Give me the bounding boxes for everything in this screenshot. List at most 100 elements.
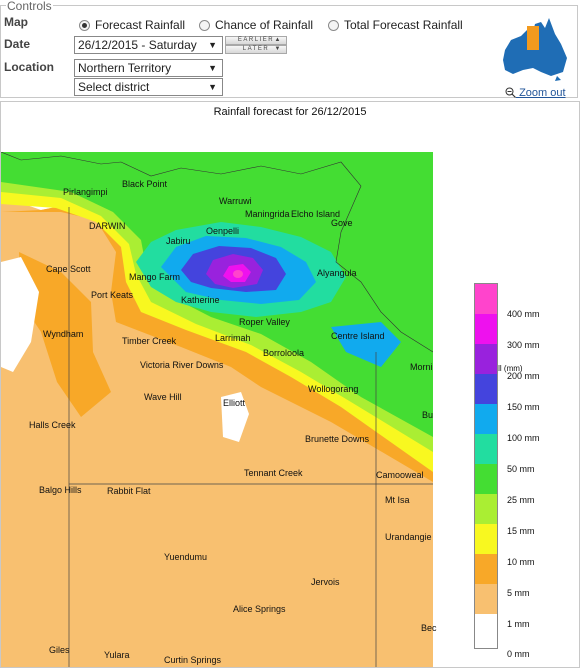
place-label: Roper Valley	[239, 317, 290, 327]
selected-territory-highlight	[527, 26, 539, 50]
radio-label: Total Forecast Rainfall	[344, 18, 463, 32]
legend-label: 10 mm	[507, 557, 535, 567]
earlier-button[interactable]: EARLIER ▲	[225, 36, 287, 45]
controls-legend: Controls	[6, 0, 53, 13]
radio-total-forecast-rainfall[interactable]: Total Forecast Rainfall	[328, 18, 463, 32]
place-label: Cape Scott	[46, 264, 91, 274]
place-label: Giles	[49, 645, 70, 655]
place-label: Yulara	[104, 650, 130, 660]
place-label: Jabiru	[166, 236, 191, 246]
australia-locator-map[interactable]	[497, 14, 571, 82]
magnifier-icon	[505, 87, 516, 98]
place-label: Wyndham	[43, 329, 84, 339]
later-button[interactable]: LATER ▼	[225, 45, 287, 54]
radio-label: Chance of Rainfall	[215, 18, 314, 32]
legend-label: 150 mm	[507, 402, 540, 412]
radio-dot-selected[interactable]	[79, 19, 90, 31]
place-label: Halls Creek	[29, 420, 76, 430]
zoom-out-label: Zoom out	[519, 87, 566, 99]
district-select[interactable]: Select district ▼	[74, 78, 223, 96]
place-label: Black Point	[122, 179, 168, 189]
place-label: Bu	[422, 410, 434, 420]
radio-forecast-rainfall[interactable]: Forecast Rainfall	[79, 18, 185, 32]
place-label: Elliott	[223, 398, 246, 408]
legend-swatch-200	[475, 344, 497, 374]
place-label: Alice Springs	[233, 604, 286, 614]
place-label: Jervois	[311, 577, 340, 587]
radio-dot[interactable]	[328, 19, 339, 31]
place-label: Warruwi	[219, 196, 252, 206]
legend-swatch-10	[475, 524, 497, 554]
legend-label: 50 mm	[507, 464, 535, 474]
legend-swatch-150	[475, 374, 497, 404]
place-label: Urandangie	[385, 532, 432, 542]
chevron-down-icon: ▼	[208, 40, 217, 50]
place-label: Wollogorang	[308, 384, 359, 394]
place-label: Larrimah	[215, 333, 251, 343]
radio-chance-of-rainfall[interactable]: Chance of Rainfall	[199, 18, 313, 32]
place-label: Mt Isa	[385, 495, 410, 505]
chevron-down-icon: ▼	[208, 63, 217, 73]
up-arrow-icon: ▲	[274, 37, 282, 43]
place-label: Camooweal	[376, 470, 424, 480]
date-select[interactable]: 26/12/2015 - Saturday ▼	[74, 36, 223, 54]
place-label: Balgo Hills	[39, 485, 82, 495]
location-label: Location	[4, 60, 54, 74]
chevron-down-icon: ▼	[208, 82, 217, 92]
legend-swatch-25	[475, 464, 497, 494]
legend-label: 1 mm	[507, 619, 530, 629]
place-label: Victoria River Downs	[140, 360, 224, 370]
legend-colorbar	[474, 283, 498, 649]
place-label: Gove	[331, 218, 353, 228]
place-label: Katherine	[181, 295, 220, 305]
place-label: Alyangula	[317, 268, 357, 278]
legend-label: 100 mm	[507, 433, 540, 443]
place-label: Mango Farm	[129, 272, 181, 282]
date-select-value: 26/12/2015 - Saturday	[78, 38, 197, 52]
place-label: Oenpelli	[206, 226, 240, 236]
legend-label: 5 mm	[507, 588, 530, 598]
place-label: Pirlangimpi	[63, 187, 108, 197]
place-label: Borroloola	[263, 348, 305, 358]
tasmania-shape	[555, 76, 561, 81]
place-label: Centre Island	[331, 331, 385, 341]
place-label: Timber Creek	[122, 336, 177, 346]
place-label: Rabbit Flat	[107, 486, 151, 496]
legend-label: 25 mm	[507, 495, 535, 505]
place-label: Curtin Springs	[164, 655, 222, 665]
legend-swatch-400	[475, 284, 497, 314]
down-arrow-icon: ▼	[274, 46, 282, 52]
location-select[interactable]: Northern Territory ▼	[74, 59, 223, 77]
place-label: Tennant Creek	[244, 468, 303, 478]
legend-swatch-50	[475, 434, 497, 464]
legend-label: 200 mm	[507, 371, 540, 381]
place-label: Bec	[421, 623, 437, 633]
controls-panel: Controls Map Date Location Forecast Rain…	[0, 0, 578, 99]
place-label: Morni	[410, 362, 433, 372]
legend-label: 0 mm	[507, 649, 530, 659]
legend-swatch-100	[475, 404, 497, 434]
location-select-value: Northern Territory	[78, 61, 172, 75]
place-label: Maningrida	[245, 209, 290, 219]
place-label: Port Keats	[91, 290, 134, 300]
place-label: Brunette Downs	[305, 434, 370, 444]
legend-label: 300 mm	[507, 340, 540, 350]
radio-dot[interactable]	[199, 19, 210, 31]
earlier-label: EARLIER	[237, 37, 275, 43]
district-select-value: Select district	[78, 80, 150, 94]
legend-swatch-1	[475, 584, 497, 614]
legend-swatch-5	[475, 554, 497, 584]
legend-swatch-300	[475, 314, 497, 344]
place-label: Yuendumu	[164, 552, 208, 562]
zoom-out-link[interactable]: Zoom out	[505, 87, 566, 99]
legend-swatch-15	[475, 494, 497, 524]
later-label: LATER	[242, 46, 270, 52]
legend-label: 15 mm	[507, 526, 535, 536]
legend-swatch-0	[475, 614, 497, 644]
rain-zone-400mm	[233, 270, 243, 278]
place-label: Wave Hill	[144, 392, 182, 402]
place-label: DARWIN	[89, 221, 126, 231]
map-label: Map	[4, 15, 28, 29]
date-label: Date	[4, 37, 31, 51]
legend-label: 400 mm	[507, 309, 540, 319]
